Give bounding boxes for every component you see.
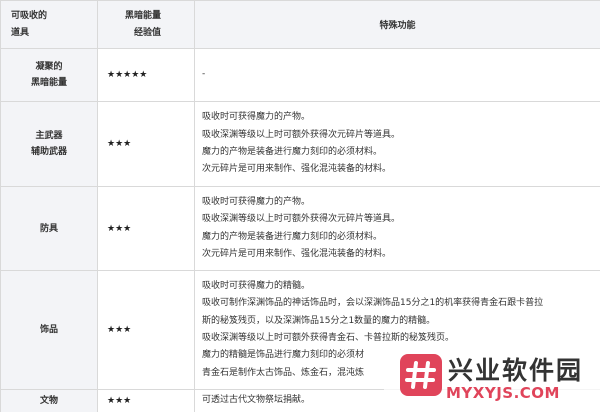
desc-line: 次元碎片是可用来制作、强化混沌装备的材料。 [202,248,392,259]
table-row: 主武器 辅助武器 ★★★ 吸收时可获得魔力的产物。 吸收深渊等级以上时可额外获得… [0,101,600,187]
desc-line: 吸收时可获得魔力的精髓。 [202,280,311,291]
feature-desc: - [194,48,600,102]
item-name: 文物 [0,389,98,412]
feature-desc: 吸收时可获得魔力的产物。 吸收深渊等级以上时可额外获得次元碎片等道具。 魔力的产… [194,101,600,187]
desc-line: 吸收深渊等级以上时可额外获得次元碎片等道具。 [202,129,401,140]
desc-line: 魔力的产物是装备进行魔力刻印的必须材料。 [202,231,383,242]
item-name-line: 饰品 [39,325,58,335]
header-exp-line1: 黑暗能量 [125,10,162,21]
item-name-line: 辅助武器 [30,147,67,157]
desc-line: 吸收时可获得魔力的产物。 [202,196,311,207]
watermark-title: 兴业软件园 [448,356,584,385]
site-logo-icon [400,354,442,396]
item-name: 防具 [0,186,98,271]
item-name-line: 文物 [39,396,58,406]
desc-line: 次元碎片是可用来制作、强化混沌装备的材料。 [202,164,392,175]
star-rating: ★★★ [97,186,195,271]
table-row: 防具 ★★★ 吸收时可获得魔力的产物。 吸收深渊等级以上时可额外获得次元碎片等道… [0,186,600,271]
star-rating: ★★★ [97,270,195,390]
item-name-line: 黑暗能量 [30,78,67,88]
item-name: 凝聚的 黑暗能量 [0,48,98,102]
item-name-line: 主武器 [35,131,63,141]
header-exp-line2: 经验值 [134,27,162,38]
header-item-line1: 可吸收的 [11,10,48,21]
desc-line: 斯的秘笈残页，以及深渊饰品15分之1数量的魔力的精髓。 [202,315,436,326]
header-item-line2: 道具 [11,27,30,38]
table-row: 凝聚的 黑暗能量 ★★★★★ - [0,48,600,102]
feature-desc: 吸收时可获得魔力的产物。 吸收深渊等级以上时可额外获得次元碎片等道具。 魔力的产… [194,186,600,271]
star-rating: ★★★ [97,389,195,412]
item-name: 饰品 [0,270,98,390]
item-name: 主武器 辅助武器 [0,101,98,187]
desc-line: 吸收深渊等级以上时可额外获得青金石、卡普拉斯的秘笈残页。 [202,333,455,343]
desc-line: 魔力的产物是装备进行魔力刻印的必须材料。 [202,147,383,157]
item-name-line: 防具 [39,223,58,234]
header-feature: 特殊功能 [194,0,600,49]
item-name-line: 凝聚的 [35,62,63,72]
watermark-url: MYXYJS.COM [446,384,560,402]
desc-line: - [202,69,206,80]
star-rating: ★★★ [97,101,195,187]
star-rating: ★★★★★ [97,48,195,102]
desc-line: 吸收时可获得魔力的产物。 [202,112,311,123]
site-watermark: 兴业软件园 MYXYJS.COM [384,351,600,412]
header-item: 可吸收的 道具 [0,0,98,49]
header-exp: 黑暗能量 经验值 [97,0,195,49]
table-header-row: 可吸收的 道具 黑暗能量 经验值 特殊功能 [0,0,600,49]
desc-line: 吸收可制作深渊饰品的神话饰品时，会以深渊饰品15分之1的机率获得青金石跟卡普拉 [202,298,544,309]
desc-line: 吸收深渊等级以上时可额外获得次元碎片等道具。 [202,214,401,225]
